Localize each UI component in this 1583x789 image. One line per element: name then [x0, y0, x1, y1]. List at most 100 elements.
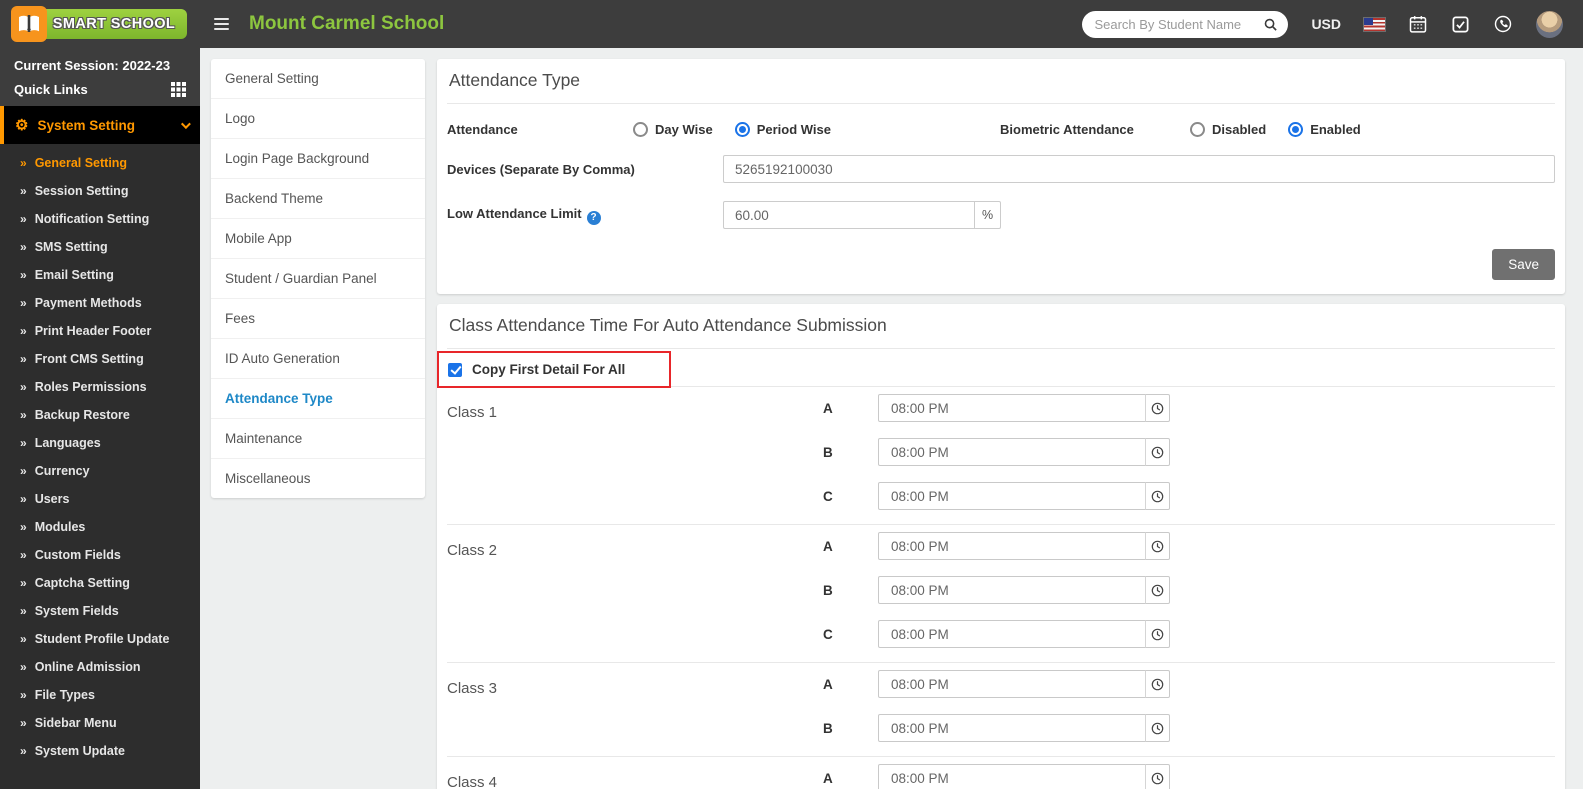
settings-menu-item-backend-theme[interactable]: Backend Theme [211, 179, 425, 219]
settings-menu-item-logo[interactable]: Logo [211, 99, 425, 139]
radio-icon[interactable] [1190, 122, 1205, 137]
sidebar-item-system-fields[interactable]: » System Fields [0, 597, 200, 625]
settings-menu-item-student-guardian-panel[interactable]: Student / Guardian Panel [211, 259, 425, 299]
double-chevron-icon: » [20, 632, 27, 646]
user-avatar[interactable] [1536, 10, 1563, 38]
radio-icon[interactable] [633, 122, 648, 137]
sidebar-item-system-update[interactable]: » System Update [0, 737, 200, 765]
radio-icon[interactable] [734, 122, 750, 137]
double-chevron-icon: » [20, 744, 27, 758]
sidebar-item-modules[interactable]: » Modules [0, 513, 200, 541]
sidebar-item-roles-permissions[interactable]: » Roles Permissions [0, 373, 200, 401]
tasks-icon[interactable] [1451, 15, 1470, 34]
sidebar-item-sidebar-menu[interactable]: » Sidebar Menu [0, 709, 200, 737]
whatsapp-icon[interactable] [1493, 14, 1513, 34]
class-groups-list: Class 1ABCClass 2ABCClass 3ABClass 4A [437, 387, 1565, 789]
settings-menu-item-maintenance[interactable]: Maintenance [211, 419, 425, 459]
sections-list: A [823, 764, 1170, 789]
section-letter: B [823, 444, 833, 460]
attendance-time-input[interactable] [878, 670, 1146, 698]
clock-icon[interactable] [1145, 532, 1170, 560]
page-layout: Current Session: 2022-23 Quick Links ⚙ S… [0, 48, 1583, 789]
section-row-class-1-b: B [823, 438, 1170, 466]
clock-icon[interactable] [1145, 482, 1170, 510]
session-block: Current Session: 2022-23 Quick Links [0, 48, 200, 106]
school-name-title: Mount Carmel School [249, 13, 445, 34]
sidebar-item-users[interactable]: » Users [0, 485, 200, 513]
attendance-time-input[interactable] [878, 532, 1146, 560]
us-flag-icon[interactable] [1364, 17, 1385, 31]
quick-links-grid-icon[interactable] [171, 82, 186, 97]
clock-icon[interactable] [1145, 670, 1170, 698]
sidebar-item-languages[interactable]: » Languages [0, 429, 200, 457]
settings-menu-item-attendance-type[interactable]: Attendance Type [211, 379, 425, 419]
sidebar-item-notification-setting[interactable]: » Notification Setting [0, 205, 200, 233]
quick-links-label: Quick Links [14, 82, 88, 97]
biometric-radio-disabled[interactable]: Disabled [1190, 122, 1266, 137]
settings-menu-item-id-auto-generation[interactable]: ID Auto Generation [211, 339, 425, 379]
clock-icon[interactable] [1145, 394, 1170, 422]
clock-icon[interactable] [1145, 764, 1170, 789]
sidebar-item-file-types[interactable]: » File Types [0, 681, 200, 709]
clock-icon[interactable] [1145, 576, 1170, 604]
devices-label: Devices (Separate By Comma) [447, 161, 635, 177]
settings-menu-item-login-page-background[interactable]: Login Page Background [211, 139, 425, 179]
attendance-time-input[interactable] [878, 576, 1146, 604]
devices-input[interactable] [723, 155, 1555, 183]
calendar-icon[interactable] [1408, 14, 1428, 34]
sidebar-item-sms-setting[interactable]: » SMS Setting [0, 233, 200, 261]
clock-icon[interactable] [1145, 620, 1170, 648]
top-header: SMART SCHOOL Mount Carmel School USD [0, 0, 1583, 48]
radio-icon[interactable] [1288, 122, 1304, 137]
biometric-radio-enabled[interactable]: Enabled [1288, 122, 1361, 137]
settings-menu-item-fees[interactable]: Fees [211, 299, 425, 339]
class-name-label: Class 1 [447, 404, 498, 421]
attendance-time-input[interactable] [878, 620, 1146, 648]
app-logo[interactable]: SMART SCHOOL [0, 0, 200, 48]
attendance-time-input[interactable] [878, 714, 1146, 742]
sidebar-item-label: SMS Setting [34, 240, 108, 254]
help-icon[interactable]: ? [586, 210, 601, 225]
copy-first-detail-checkbox[interactable] [448, 362, 462, 377]
time-input-group [878, 576, 1170, 604]
hamburger-menu-icon[interactable] [214, 18, 229, 30]
settings-menu-item-mobile-app[interactable]: Mobile App [211, 219, 425, 259]
sidebar-item-custom-fields[interactable]: » Custom Fields [0, 541, 200, 569]
double-chevron-icon: » [20, 240, 27, 254]
attendance-time-input[interactable] [878, 482, 1146, 510]
sidebar-item-label: Front CMS Setting [34, 352, 144, 366]
sidebar-item-label: System Update [34, 744, 125, 758]
settings-menu-item-miscellaneous[interactable]: Miscellaneous [211, 459, 425, 498]
low-attendance-input[interactable] [723, 201, 975, 229]
double-chevron-icon: » [20, 604, 27, 618]
sidebar-item-currency[interactable]: » Currency [0, 457, 200, 485]
sidebar-item-label: Custom Fields [34, 548, 121, 562]
sidebar-item-front-cms-setting[interactable]: » Front CMS Setting [0, 345, 200, 373]
attendance-radio-period-wise[interactable]: Period Wise [734, 122, 831, 137]
search-icon[interactable] [1263, 17, 1278, 32]
sidebar-item-student-profile-update[interactable]: » Student Profile Update [0, 625, 200, 653]
sidebar-item-email-setting[interactable]: » Email Setting [0, 261, 200, 289]
sidebar-item-captcha-setting[interactable]: » Captcha Setting [0, 569, 200, 597]
attendance-radio-day-wise[interactable]: Day Wise [633, 122, 713, 137]
sidebar-item-backup-restore[interactable]: » Backup Restore [0, 401, 200, 429]
sidebar-section-system-setting[interactable]: ⚙ System Setting [0, 106, 200, 144]
sidebar-item-general-setting[interactable]: » General Setting [0, 149, 200, 177]
sidebar-item-session-setting[interactable]: » Session Setting [0, 177, 200, 205]
sections-list: A B C [823, 394, 1170, 510]
sidebar-item-online-admission[interactable]: » Online Admission [0, 653, 200, 681]
sidebar-item-payment-methods[interactable]: » Payment Methods [0, 289, 200, 317]
attendance-time-input[interactable] [878, 764, 1146, 789]
save-button[interactable]: Save [1492, 249, 1555, 280]
search-input[interactable] [1094, 16, 1264, 32]
attendance-time-input[interactable] [878, 394, 1146, 422]
sidebar-item-print-header-footer[interactable]: » Print Header Footer [0, 317, 200, 345]
clock-icon[interactable] [1145, 438, 1170, 466]
currency-selector[interactable]: USD [1311, 16, 1341, 32]
sidebar-menu-list: » General Setting » Session Setting » Notific… [0, 144, 200, 770]
clock-icon[interactable] [1145, 714, 1170, 742]
attendance-time-input[interactable] [878, 438, 1146, 466]
sidebar-item-label: Email Setting [34, 268, 114, 282]
sidebar-section-title: System Setting [37, 117, 135, 133]
settings-menu-item-general-setting[interactable]: General Setting [211, 59, 425, 99]
